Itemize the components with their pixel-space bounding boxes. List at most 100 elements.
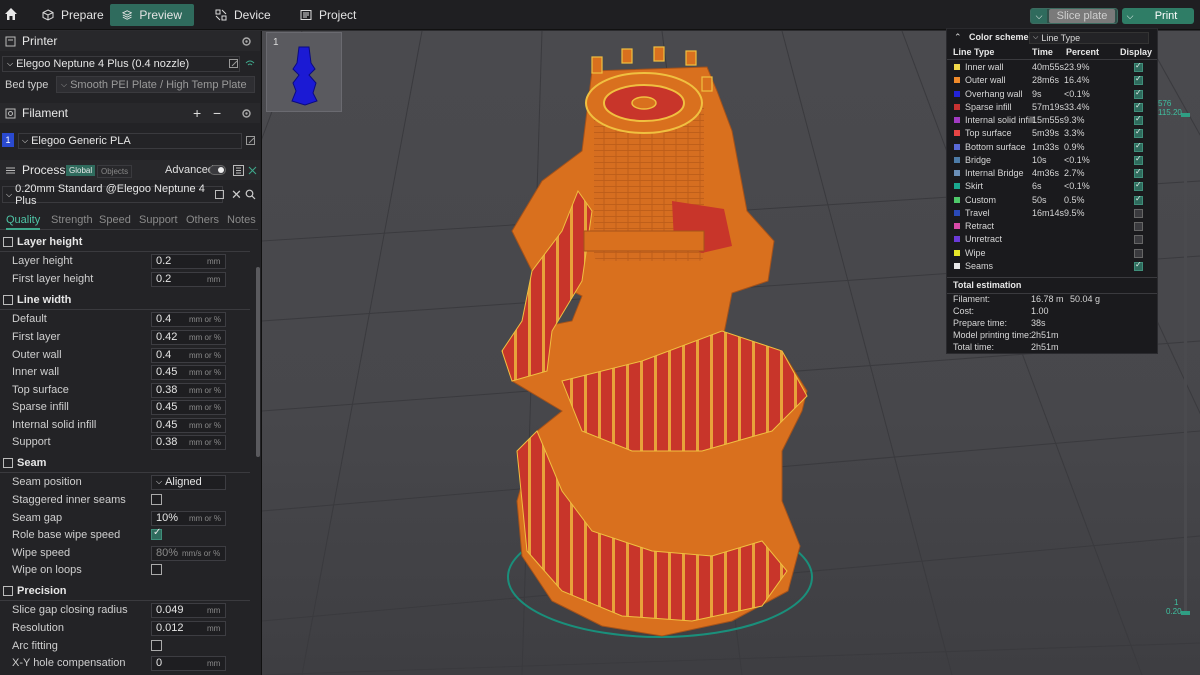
edit-icon[interactable] (229, 59, 239, 69)
legend-row[interactable]: Sparse infill 57m19s 33.4% (947, 101, 1157, 114)
tab-device[interactable]: Device (203, 4, 283, 26)
project-icon (300, 10, 312, 20)
legend-row[interactable]: Bridge 10s <0.1% (947, 154, 1157, 167)
bed-type-select[interactable]: ⌵ Smooth PEI Plate / High Temp Plate (56, 76, 255, 93)
printer-select[interactable]: ⌵ Elegoo Neptune 4 Plus (0.4 nozzle) (2, 56, 240, 72)
legend-row[interactable]: Unretract (947, 233, 1157, 246)
seam-position-value: Aligned (165, 476, 202, 488)
plate-thumbnail[interactable]: 1 (266, 32, 342, 112)
arc-fitting-checkbox[interactable] (151, 640, 162, 651)
gear-icon[interactable] (241, 108, 252, 119)
wifi-icon[interactable] (245, 59, 255, 69)
display-checkbox[interactable] (1134, 260, 1143, 271)
display-checkbox[interactable] (1134, 101, 1143, 112)
display-checkbox[interactable] (1134, 235, 1143, 245)
layer-slider-top-handle[interactable] (1181, 113, 1190, 117)
line-width-group: Line width (0, 291, 260, 309)
close-icon[interactable]: ✕ (231, 187, 242, 203)
search-settings-icon[interactable] (247, 165, 258, 176)
compare-icon[interactable] (233, 164, 244, 176)
legend-row[interactable]: Seams (947, 260, 1157, 273)
tab-prepare[interactable]: Prepare (30, 4, 116, 26)
tab-preview[interactable]: Preview (110, 4, 194, 26)
tab-quality[interactable]: Quality (6, 214, 41, 230)
print-button[interactable]: ⌵ Print (1122, 8, 1194, 24)
tower-lower-ring-2 (583, 230, 705, 252)
display-checkbox[interactable] (1134, 208, 1143, 218)
legend-row[interactable]: Internal Bridge 4m36s 2.7% (947, 167, 1157, 180)
settings-scrollbar[interactable] (256, 267, 260, 457)
display-checkbox[interactable] (1134, 222, 1143, 231)
legend-row[interactable]: Overhang wall 9s <0.1% (947, 88, 1157, 101)
legend-row[interactable]: Internal solid infill 15m55s 9.3% (947, 114, 1157, 127)
tab-speed[interactable]: Speed (99, 214, 131, 226)
line-type-percent: 16.4% (1064, 75, 1090, 86)
tab-project-label: Project (319, 8, 357, 22)
color-swatch (954, 183, 960, 190)
layer-slider-track[interactable] (1184, 113, 1187, 613)
staggered-inner-seams-checkbox[interactable] (151, 494, 162, 505)
legend-row[interactable]: Skirt 6s <0.1% (947, 180, 1157, 193)
tab-support[interactable]: Support (139, 214, 178, 226)
search-icon[interactable] (245, 189, 256, 200)
display-checkbox[interactable] (1134, 61, 1143, 72)
legend-row[interactable]: Top surface 5m39s 3.3% (947, 127, 1157, 140)
display-checkbox[interactable] (1134, 180, 1143, 192)
legend-row[interactable]: Outer wall 28m6s 16.4% (947, 74, 1157, 87)
slice-plate-button[interactable]: ⌵ Slice plate (1030, 8, 1118, 24)
edit-icon[interactable] (246, 136, 256, 146)
setting-label: Internal solid infill (12, 419, 97, 431)
advanced-switch[interactable] (209, 165, 226, 175)
display-checkbox[interactable] (1134, 194, 1143, 205)
layer-top-height: 115.20 (1158, 108, 1182, 117)
tab-notes[interactable]: Notes (227, 214, 256, 226)
display-checkbox[interactable] (1134, 167, 1143, 178)
filament-index-badge[interactable]: 1 (2, 133, 14, 147)
remove-icon[interactable]: − (213, 105, 221, 121)
divider (0, 309, 250, 310)
layer-height-icon (3, 237, 13, 247)
display-checkbox[interactable] (1134, 154, 1143, 165)
line-type-percent: 0.9% (1064, 141, 1085, 152)
tab-strength[interactable]: Strength (51, 214, 93, 226)
display-checkbox[interactable] (1134, 248, 1143, 258)
chevron-down-icon[interactable]: ⌵ (1122, 11, 1138, 22)
legend-row[interactable]: Travel 16m14s 9.5% (947, 207, 1157, 220)
gear-icon[interactable] (241, 36, 252, 47)
objects-toggle[interactable]: Objects (97, 165, 133, 178)
print-label: Print (1154, 10, 1178, 22)
collapse-icon[interactable]: ⌃ (954, 32, 962, 43)
global-toggle[interactable]: Global (66, 165, 96, 176)
line-type-name: Unretract (965, 234, 1003, 245)
filament-title: Filament (22, 106, 69, 120)
legend-row[interactable]: Wipe (947, 247, 1157, 260)
chevron-down-icon[interactable]: ⌵ (1031, 9, 1047, 23)
role-base-wipe-speed-checkbox[interactable] (151, 527, 162, 540)
display-checkbox[interactable] (1134, 88, 1143, 99)
display-checkbox[interactable] (1134, 114, 1143, 125)
display-checkbox[interactable] (1134, 141, 1143, 152)
setting-outer-wall-width: Outer wall 0.4 mm or % (0, 347, 255, 363)
add-icon[interactable]: + (193, 105, 201, 121)
seam-position-select[interactable]: ⌵ Aligned (151, 474, 226, 490)
color-scheme-select[interactable]: ⌵ Line Type (1029, 32, 1149, 44)
display-checkbox[interactable] (1134, 74, 1143, 86)
home-icon[interactable] (4, 7, 18, 21)
setting-sparse-infill-width: Sparse infill 0.45 mm or % (0, 399, 255, 415)
wipe-on-loops-checkbox[interactable] (151, 564, 162, 575)
legend-row[interactable]: Custom 50s 0.5% (947, 194, 1157, 207)
estimate-label: Cost: (953, 306, 975, 316)
filament-select[interactable]: ⌵ Elegoo Generic PLA (18, 133, 242, 149)
tab-project[interactable]: Project (288, 4, 368, 26)
legend-row[interactable]: Inner wall 40m55s 23.9% (947, 61, 1157, 74)
legend-row[interactable]: Bottom surface 1m33s 0.9% (947, 141, 1157, 154)
model-printing-time-value: 2h51m (1031, 330, 1059, 340)
setting-label: Default (12, 313, 47, 325)
process-title: Process (22, 163, 66, 177)
save-icon[interactable] (215, 190, 224, 199)
tab-others[interactable]: Others (186, 214, 219, 226)
legend-row[interactable]: Retract (947, 220, 1157, 233)
display-checkbox[interactable] (1134, 127, 1143, 139)
layer-slider-bottom-handle[interactable] (1181, 611, 1190, 615)
process-preset-select[interactable]: ⌵ 0.20mm Standard @Elegoo Neptune 4 Plus (2, 183, 223, 207)
